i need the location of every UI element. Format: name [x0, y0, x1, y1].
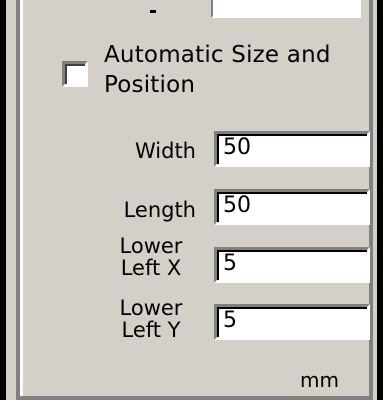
auto-size-checkbox[interactable] — [62, 61, 88, 87]
bottom-shadow — [16, 396, 373, 400]
auto-size-label: Automatic Size and Position — [104, 42, 331, 98]
width-input[interactable]: 50 — [214, 131, 370, 167]
right-border — [377, 0, 383, 400]
left-highlight — [20, 0, 23, 400]
width-label: Width — [134, 139, 196, 163]
left-border — [0, 0, 6, 400]
length-label: Length — [123, 198, 196, 222]
lower-left-x-input[interactable]: 5 — [214, 247, 370, 283]
settings-panel: Automatic Size and Position Width 50 Len… — [0, 0, 383, 400]
lower-left-y-label-line2: Left Y — [121, 318, 181, 342]
clipped-label — [150, 10, 156, 13]
lower-left-y-input[interactable]: 5 — [214, 304, 370, 340]
lower-left-x-label-line1: Lower — [119, 234, 183, 258]
length-input[interactable]: 50 — [214, 189, 370, 225]
unit-label: mm — [300, 368, 339, 392]
lower-left-x-label-line2: Left X — [120, 256, 182, 280]
clipped-input[interactable] — [211, 0, 361, 18]
lower-left-y-label-line1: Lower — [119, 296, 183, 320]
